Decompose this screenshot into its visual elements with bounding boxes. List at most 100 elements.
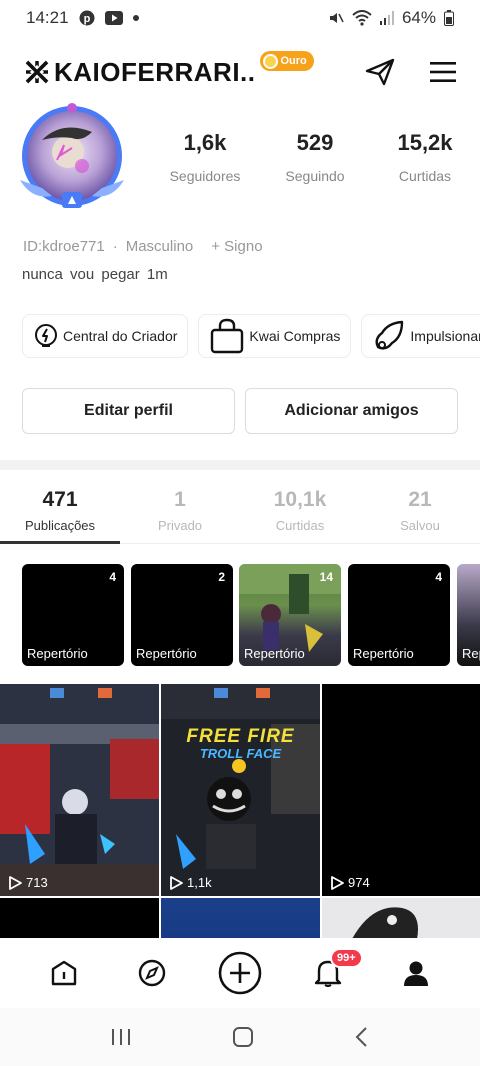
video-thumbnail[interactable]: 713 [0, 684, 159, 896]
video-thumbnail[interactable] [161, 898, 320, 939]
level-badge[interactable]: Ouro [259, 51, 314, 71]
stat-label: Seguindo [285, 168, 345, 184]
battery-icon [444, 10, 454, 26]
video-overlay-subtitle: TROLL FACE [199, 746, 282, 761]
video-views: 713 [8, 875, 48, 890]
play-icon [170, 875, 183, 890]
share-icon[interactable] [364, 57, 396, 87]
youtube-icon [104, 11, 123, 25]
level-badge-label: Ouro [280, 55, 307, 67]
profile-stats: 1,6k Seguidores 529 Seguindo 15,2k Curti… [150, 130, 480, 184]
video-thumbnail[interactable] [0, 898, 159, 939]
playlist-card[interactable]: 14 Repertório [239, 564, 341, 666]
edit-profile-button[interactable]: Editar perfil [22, 388, 235, 434]
playlist-count: 2 [218, 570, 225, 584]
creator-center-button[interactable]: Central do Criador [22, 314, 189, 358]
signal-icon [379, 11, 394, 25]
bio: nunca vou pegar 1m [22, 266, 168, 283]
video-thumbnail[interactable]: 974 [322, 684, 480, 896]
add-friends-button[interactable]: Adicionar amigos [245, 388, 458, 434]
playlist-card[interactable]: Rep [457, 564, 480, 666]
profile-header: KAIOFERRARI.. Ouro [0, 44, 480, 100]
quick-action-label: Kwai Compras [249, 328, 341, 344]
stat-label: Seguidores [169, 168, 241, 184]
stat-following[interactable]: 529 Seguindo [260, 130, 370, 184]
tab-private[interactable]: 1 Privado [120, 478, 240, 543]
notification-badge: 99+ [330, 948, 363, 968]
nav-notifications[interactable]: 99+ [302, 947, 363, 999]
mute-icon [328, 10, 344, 26]
username[interactable]: KAIOFERRARI.. [54, 57, 256, 88]
profile-tabs: 471 Publicações 1 Privado 10,1k Curtidas… [0, 478, 480, 544]
recent-apps-icon[interactable] [110, 1027, 132, 1047]
add-sign-link[interactable]: + Signo [211, 238, 262, 255]
tab-publications[interactable]: 471 Publicações [0, 478, 120, 544]
tab-count: 1 [174, 488, 186, 511]
playlist-label: Repertório [27, 646, 88, 661]
svg-text:p: p [83, 13, 90, 25]
video-overlay-title: FREE FIRE [186, 726, 295, 747]
video-thumbnail[interactable]: FREE FIRE TROLL FACE 1,1k [161, 684, 320, 896]
quick-actions: Central do Criador Kwai Compras Impulsio… [22, 314, 480, 358]
playlist-label: Rep [462, 646, 480, 661]
nav-profile[interactable] [390, 947, 442, 999]
discover-icon [138, 959, 166, 987]
wifi-icon [352, 10, 372, 26]
quick-action-label: Impulsionar [410, 328, 480, 344]
tab-count: 21 [408, 488, 432, 511]
x-mark-icon [24, 59, 50, 85]
profile-icon [404, 961, 428, 986]
playlist-count: 4 [109, 570, 116, 584]
home-button-icon[interactable] [232, 1026, 254, 1048]
tab-likes[interactable]: 10,1k Curtidas [240, 478, 360, 543]
tab-label: Privado [157, 518, 203, 533]
video-views: 1,1k [169, 875, 212, 890]
tab-label: Salvou [400, 518, 440, 533]
user-id: ID:kdroe771 [23, 238, 105, 255]
status-bar: 14:21 p 64% [0, 0, 480, 36]
avatar[interactable] [12, 100, 132, 220]
gender: Masculino [125, 238, 194, 255]
stat-followers[interactable]: 1,6k Seguidores [150, 130, 260, 184]
stat-value: 529 [296, 130, 334, 155]
kwai-shop-button[interactable]: Kwai Compras [198, 314, 352, 358]
playlist-count: 4 [435, 570, 442, 584]
video-thumbnail[interactable] [322, 898, 480, 939]
playlist-card[interactable]: 2 Repertório [131, 564, 233, 666]
shopping-bag-icon [209, 318, 245, 354]
quick-action-label: Central do Criador [63, 328, 178, 344]
video-thumbnail-image [0, 684, 159, 896]
tab-count: 10,1k [273, 488, 327, 511]
status-time: 14:21 [26, 8, 69, 27]
video-views-count: 713 [26, 875, 48, 890]
video-views: 974 [330, 875, 370, 890]
playlist-label: Repertório [136, 646, 197, 661]
video-thumbnail-image [161, 684, 320, 896]
boost-button[interactable]: Impulsionar [361, 314, 480, 358]
video-views-count: 974 [348, 875, 370, 890]
playlist-label: Repertório [353, 646, 414, 661]
stat-value: 15,2k [397, 130, 453, 155]
video-views-count: 1,1k [187, 875, 212, 890]
stat-likes[interactable]: 15,2k Curtidas [370, 130, 480, 184]
playlist-card[interactable]: 4 Repertório [348, 564, 450, 666]
nav-home[interactable] [38, 947, 90, 999]
nav-discover[interactable] [126, 947, 178, 999]
tab-saved[interactable]: 21 Salvou [360, 478, 480, 543]
meta-separator: · [112, 238, 118, 255]
dot-icon [132, 15, 139, 21]
lightbulb-icon [33, 323, 59, 349]
playlist-card[interactable]: 4 Repertório [22, 564, 124, 666]
nav-create[interactable] [214, 947, 266, 999]
boost-icon [372, 319, 406, 353]
menu-icon[interactable] [430, 60, 456, 84]
back-icon[interactable] [354, 1026, 370, 1048]
battery-percent: 64% [401, 8, 436, 27]
profile-meta: ID:kdroe771 · Masculino + Signo [23, 238, 263, 255]
profile-actions: Editar perfil Adicionar amigos [22, 388, 458, 434]
bottom-nav: 99+ [0, 938, 480, 1008]
level-medal-icon [262, 53, 278, 69]
play-icon [9, 875, 22, 890]
playlist-row: 4 Repertório 2 Repertório 14 Repertório … [22, 564, 480, 666]
tab-label: Publicações [24, 518, 96, 533]
